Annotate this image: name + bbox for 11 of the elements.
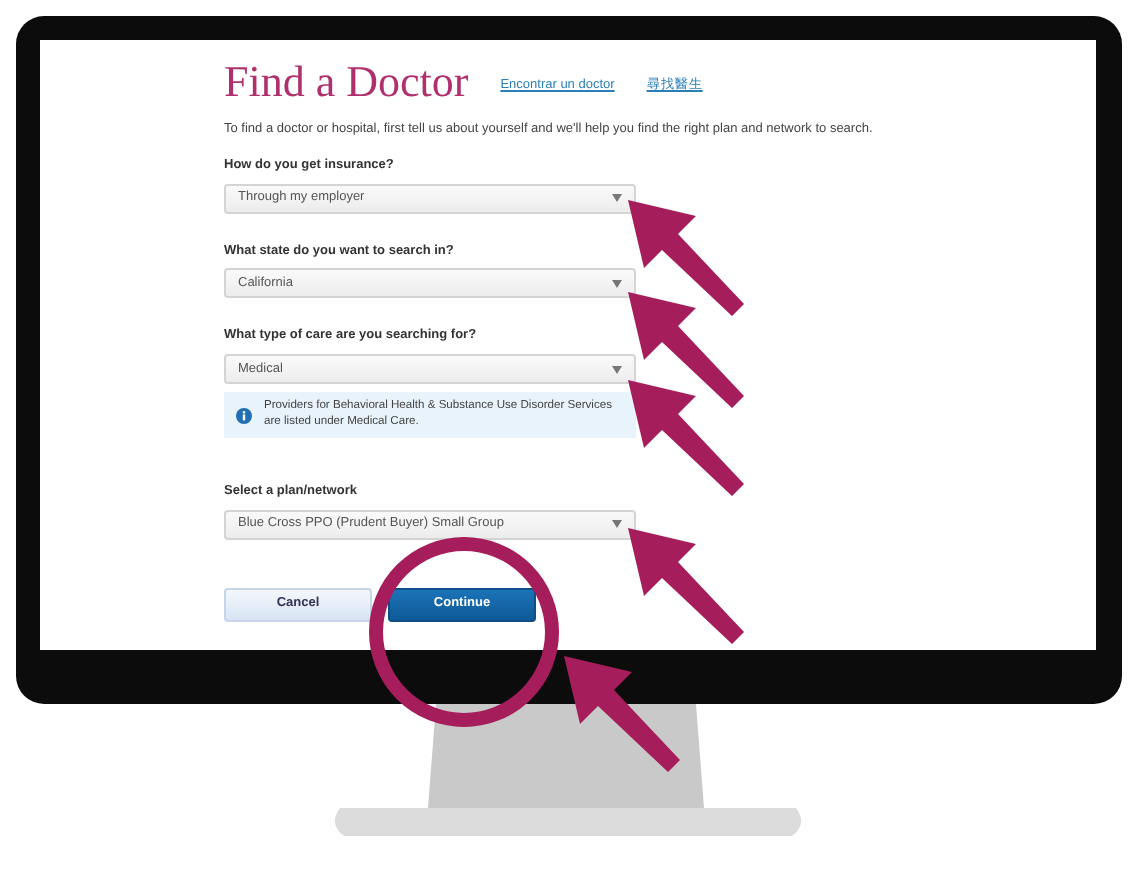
arrow-pointer [564,656,680,772]
caret-icon [612,520,622,529]
arrow-pointer [628,200,744,316]
caret-icon [612,279,622,288]
arrow-pointer [628,292,744,408]
caret-icon [612,194,622,202]
page-title: Find a Doctor [224,60,469,104]
caret-icon [612,365,622,373]
arrow-pointer [628,380,744,496]
info-icon [236,407,252,424]
arrow-pointer [628,528,744,644]
